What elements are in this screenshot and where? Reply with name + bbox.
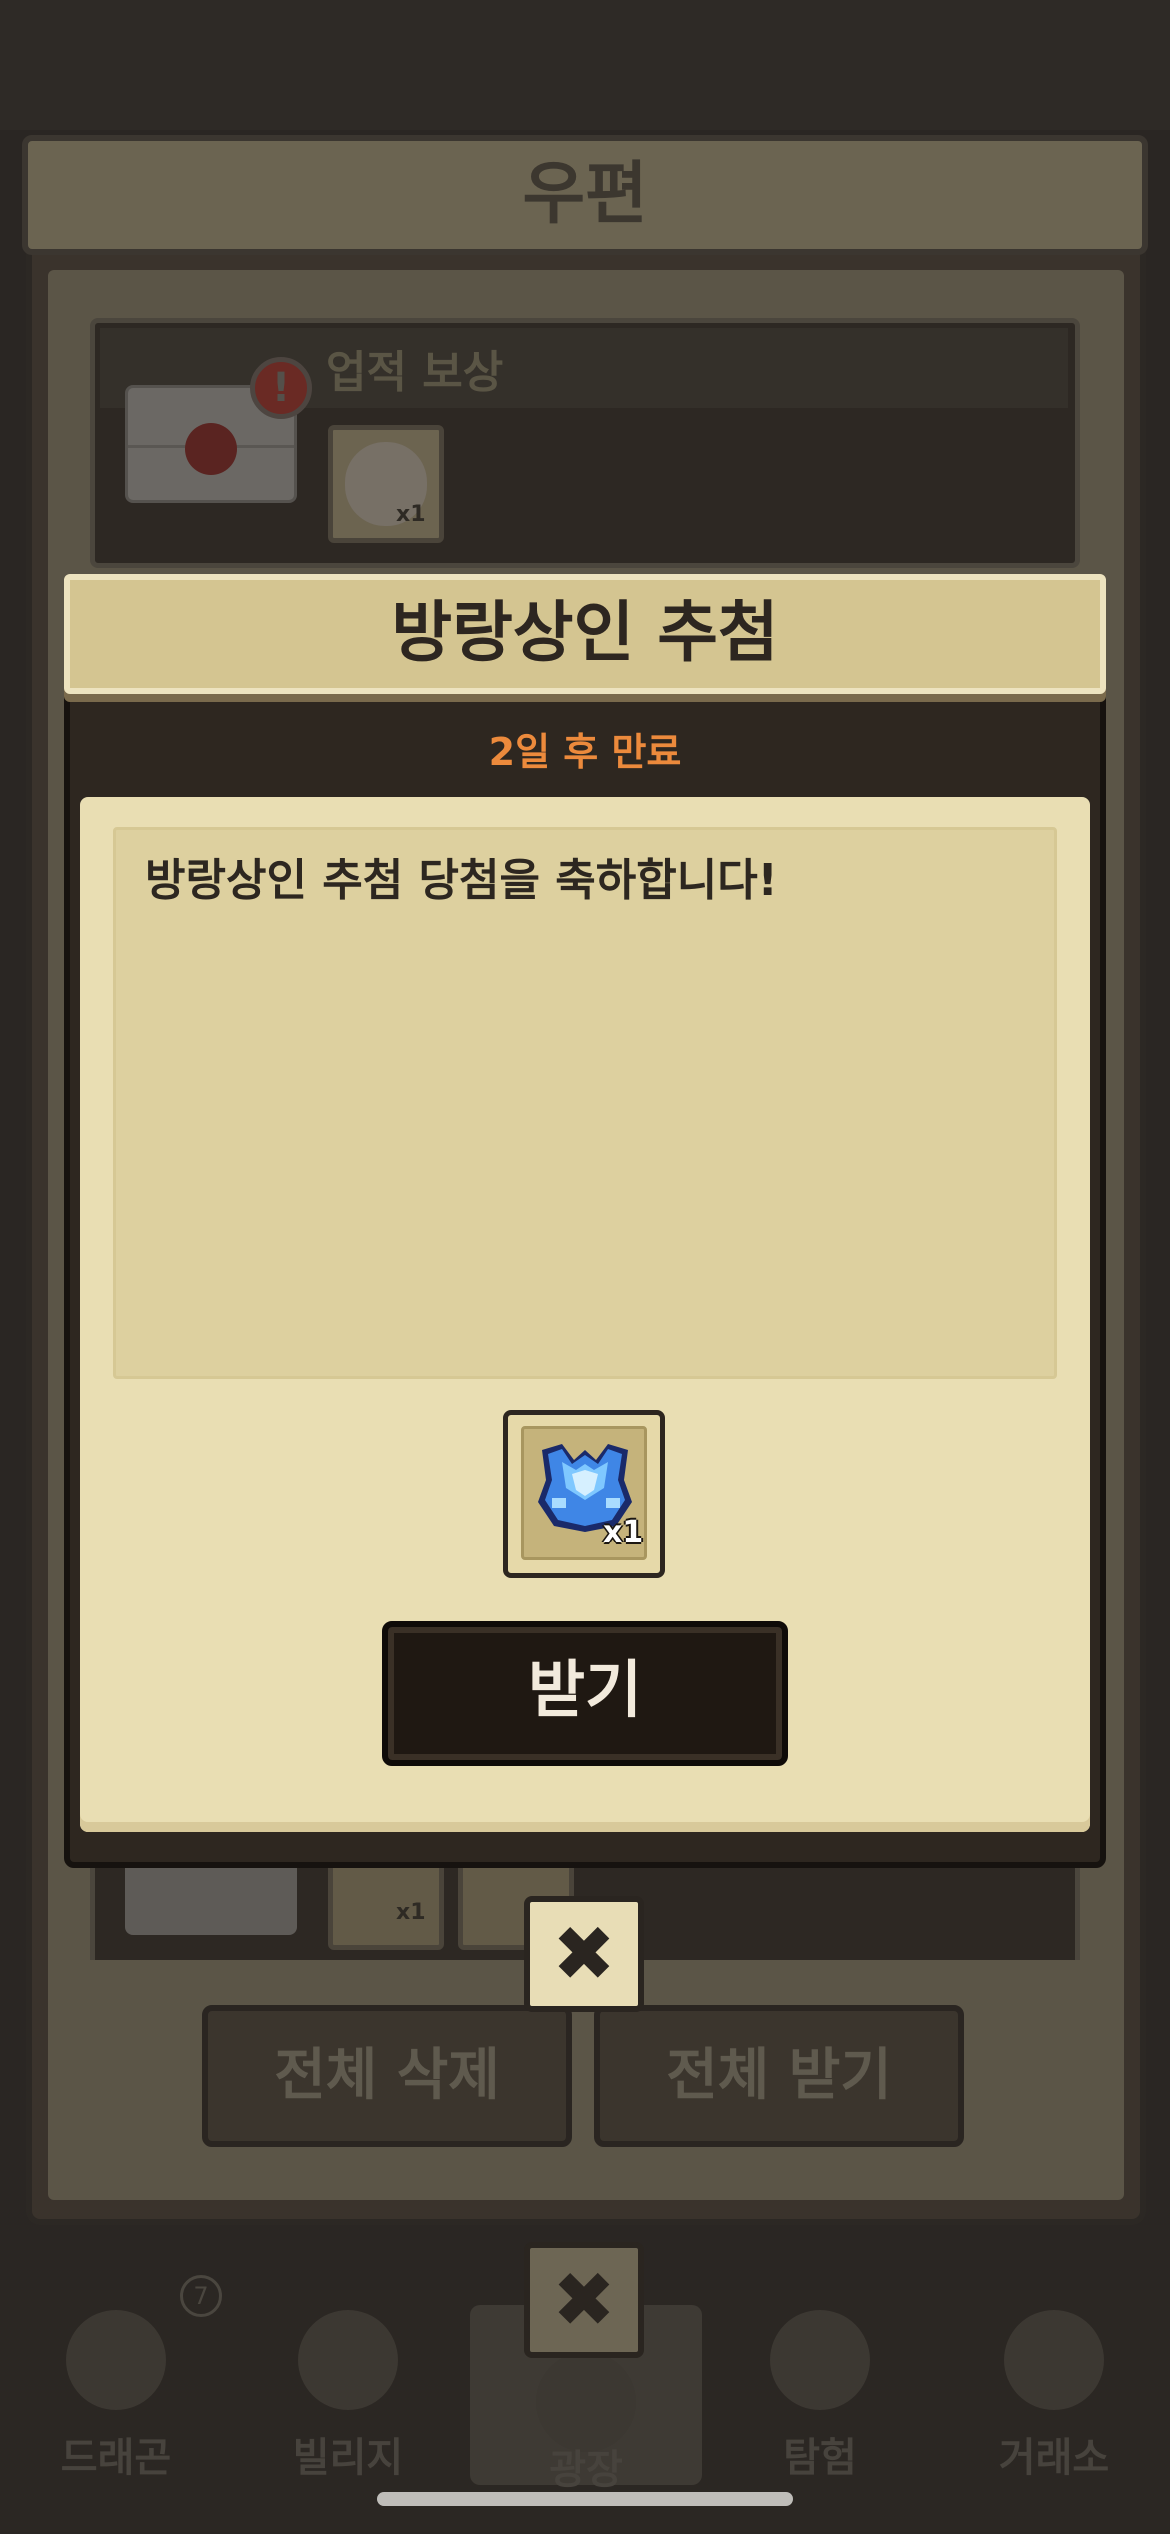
alert-icon: ! <box>250 357 312 419</box>
top-decoration <box>0 0 1170 130</box>
wax-seal-icon <box>185 423 237 475</box>
reward-count: x1 <box>396 502 426 527</box>
reward-item-count: x1 <box>603 1515 644 1550</box>
receive-all-button[interactable]: 전체 받기 <box>594 2005 964 2147</box>
mailbox-title: 우편 <box>522 155 648 234</box>
expiry-text: 2일 후 만료 <box>488 730 682 774</box>
modal-title: 방랑상인 추첨 <box>391 594 779 671</box>
nav-label: 거래소 <box>998 2435 1110 2481</box>
nav-label: 드래곤 <box>60 2435 172 2481</box>
message-text: 방랑상인 추첨 당첨을 축하합니다! <box>145 855 778 906</box>
close-icon: ✖ <box>552 2255 616 2344</box>
close-icon: ✖ <box>552 1909 616 1998</box>
nav-item-dragon[interactable]: 드래곤 <box>0 2300 232 2522</box>
receive-button-label: 받기 <box>527 1653 643 1726</box>
delete-all-button[interactable]: 전체 삭제 <box>202 2005 572 2147</box>
nav-label: 빌리지 <box>292 2435 404 2481</box>
compass-icon <box>770 2310 870 2410</box>
mailbox-close-button[interactable]: ✖ <box>524 2242 644 2358</box>
nav-label: 광장 <box>549 2447 623 2493</box>
nav-item-explore[interactable]: 탐험 <box>704 2300 936 2522</box>
nav-label: 탐험 <box>783 2435 857 2481</box>
merchant-icon <box>1004 2310 1104 2410</box>
home-indicator[interactable] <box>377 2492 793 2506</box>
modal-close-button[interactable]: ✖ <box>524 1896 644 2012</box>
notification-badge: 7 <box>180 2275 222 2317</box>
village-icon <box>298 2310 398 2410</box>
mail-item-title: 업적 보상 <box>326 347 504 398</box>
nav-item-village[interactable]: 빌리지 <box>232 2300 464 2522</box>
dragon-icon <box>66 2310 166 2410</box>
nav-item-market[interactable]: 거래소 <box>938 2300 1170 2522</box>
reward-count: x1 <box>396 1900 426 1925</box>
